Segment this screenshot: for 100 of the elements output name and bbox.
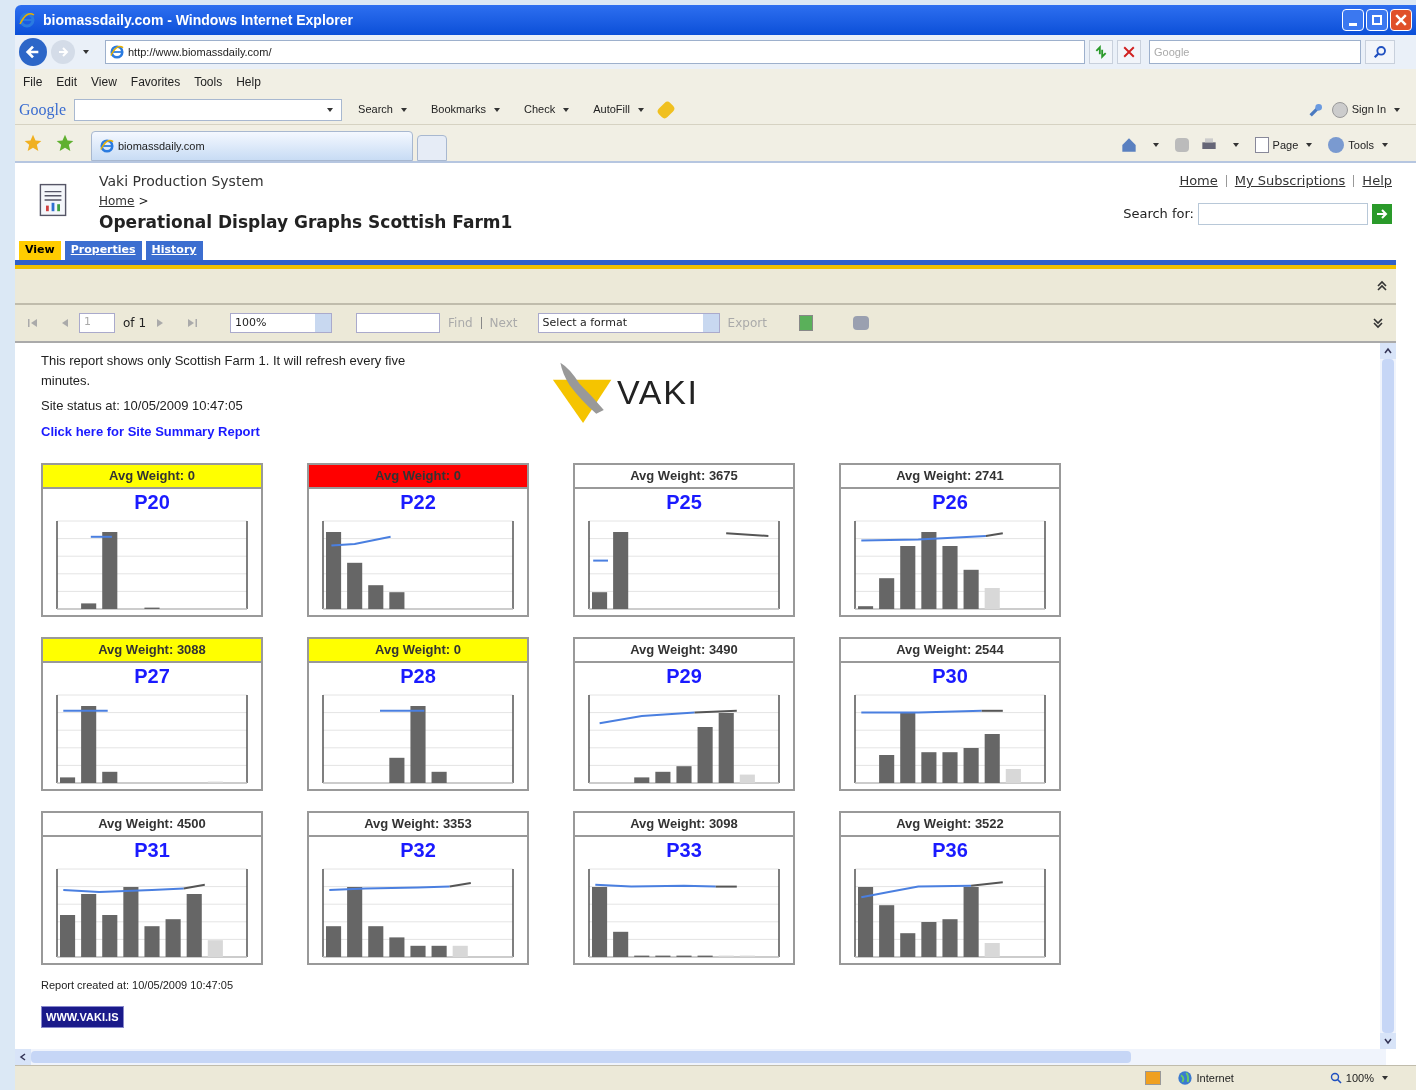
scroll-up-icon[interactable] [1383, 346, 1393, 356]
summary-report-link[interactable]: Click here for Site Summary Report [41, 421, 441, 441]
command-button[interactable]: Tools [1328, 136, 1392, 153]
refresh-button[interactable] [1089, 40, 1113, 64]
caret-icon[interactable] [494, 107, 500, 112]
menu-item[interactable]: Tools [194, 73, 223, 91]
browser-tab[interactable]: biomassdaily.com [91, 131, 413, 161]
pen-name: P28 [399, 664, 437, 689]
pen-name: P32 [399, 838, 437, 863]
search-button[interactable] [1365, 40, 1395, 64]
favorites-star-icon[interactable] [23, 133, 43, 153]
e-logo-icon [110, 45, 124, 59]
chart-bar [60, 777, 76, 783]
stop-button[interactable] [1117, 40, 1141, 64]
menu-item[interactable]: Favorites [130, 73, 181, 91]
add-favorite-icon[interactable] [55, 133, 75, 153]
toolbar-button[interactable]: Search [350, 101, 415, 118]
pen-name: P31 [133, 838, 171, 863]
minimize-button[interactable] [1342, 9, 1364, 31]
menu-item[interactable]: View [91, 73, 117, 91]
print-icon[interactable] [852, 316, 869, 330]
close-button[interactable] [1390, 9, 1412, 31]
close-icon [1123, 46, 1135, 58]
address-field[interactable]: http://www.biomassdaily.com/ [105, 40, 1085, 64]
logo-text: VAKI [617, 371, 699, 413]
forward-arrow-icon [57, 46, 69, 58]
caret-icon[interactable] [1152, 142, 1159, 147]
menu-item[interactable]: Help [236, 73, 261, 91]
report-tab[interactable]: Properties [64, 241, 142, 260]
chart-bar [613, 931, 629, 957]
scroll-thumb[interactable] [31, 1051, 1131, 1063]
chart-bar [921, 752, 937, 783]
command-button[interactable]: Page [1254, 136, 1317, 153]
header-link[interactable]: Help [1362, 171, 1392, 191]
site-search-field[interactable] [1198, 202, 1368, 225]
chart-bar [389, 757, 405, 783]
chart-bar [697, 727, 713, 783]
header-link[interactable]: Home [1179, 171, 1218, 191]
site-status: Site status at: 10/05/2009 10:47:05 [41, 397, 244, 415]
avg-weight-label: Avg Weight: 3490 [630, 641, 738, 660]
toolbar-button[interactable]: Check [516, 101, 578, 118]
caret-icon[interactable] [327, 107, 334, 112]
chart-bar [368, 585, 384, 609]
scroll-down-icon[interactable] [1383, 1036, 1393, 1046]
vertical-scrollbar[interactable] [1380, 343, 1396, 1049]
toolbar-search-field[interactable] [74, 98, 343, 121]
back-button[interactable] [19, 38, 47, 66]
caret-icon[interactable] [1306, 142, 1313, 147]
menu-item[interactable]: File [23, 73, 43, 91]
sign-in-button[interactable]: Sign In [1331, 101, 1404, 118]
chart-bar [963, 887, 979, 957]
chart-bar [900, 546, 916, 609]
chart-bar [452, 945, 468, 957]
zoom-button[interactable]: 100% [1329, 1069, 1392, 1087]
restore-button[interactable] [1366, 9, 1388, 31]
pen-name: P36 [931, 838, 969, 863]
caret-icon[interactable] [1232, 142, 1239, 147]
caret-icon[interactable] [400, 107, 407, 112]
find-field[interactable] [356, 313, 440, 333]
header-link[interactable]: My Subscriptions [1234, 171, 1346, 191]
chart-bar [186, 894, 202, 957]
pen-name: P25 [665, 490, 703, 515]
zoom-select[interactable]: 100% [230, 313, 332, 333]
report-tab[interactable]: History [145, 241, 203, 260]
refresh-report-icon[interactable] [798, 315, 813, 331]
pen-name: P29 [665, 664, 703, 689]
menu-item[interactable]: Edit [56, 73, 78, 91]
scroll-thumb[interactable] [1382, 359, 1394, 1033]
wrench-icon[interactable] [1307, 101, 1324, 118]
chart-bar [326, 926, 342, 957]
chart-bar [984, 943, 1000, 957]
breadcrumb-link[interactable]: Home [99, 192, 135, 210]
caret-icon[interactable] [83, 50, 89, 54]
weight-line [89, 535, 113, 538]
caret-icon[interactable] [1382, 142, 1388, 147]
chart-bar [123, 887, 139, 957]
home-icon[interactable] [1120, 136, 1137, 153]
expand-icon[interactable] [1372, 317, 1384, 329]
caret-icon[interactable] [1382, 1076, 1388, 1080]
horizontal-scrollbar[interactable] [15, 1049, 1386, 1065]
go-button[interactable] [1372, 203, 1392, 224]
caret-icon[interactable] [563, 107, 570, 112]
avg-weight-label: Avg Weight: 3675 [630, 467, 738, 486]
toolbar-button[interactable]: AutoFill [585, 101, 652, 118]
avg-weight-label: Avg Weight: 3088 [98, 641, 206, 660]
caret-icon[interactable] [1394, 107, 1400, 112]
toolbar-button[interactable]: Bookmarks [422, 101, 508, 118]
report-tab[interactable]: View [19, 241, 61, 260]
protected-mode-icon [1144, 1071, 1161, 1085]
chart-bar [347, 562, 363, 609]
avg-weight-label: Avg Weight: 2544 [896, 641, 1004, 660]
format-select[interactable]: Select a format [537, 313, 720, 333]
collapse-icon[interactable] [1376, 280, 1388, 292]
pen-name: P33 [665, 838, 703, 863]
zone-label: Internet [1196, 1070, 1234, 1086]
chart-bar [592, 887, 608, 957]
scroll-left-icon[interactable] [18, 1052, 28, 1062]
report-description: This report shows only Scottish Farm 1. It will refresh every five minutes. [41, 352, 407, 390]
caret-icon[interactable] [637, 107, 644, 112]
weight-line [379, 709, 426, 712]
